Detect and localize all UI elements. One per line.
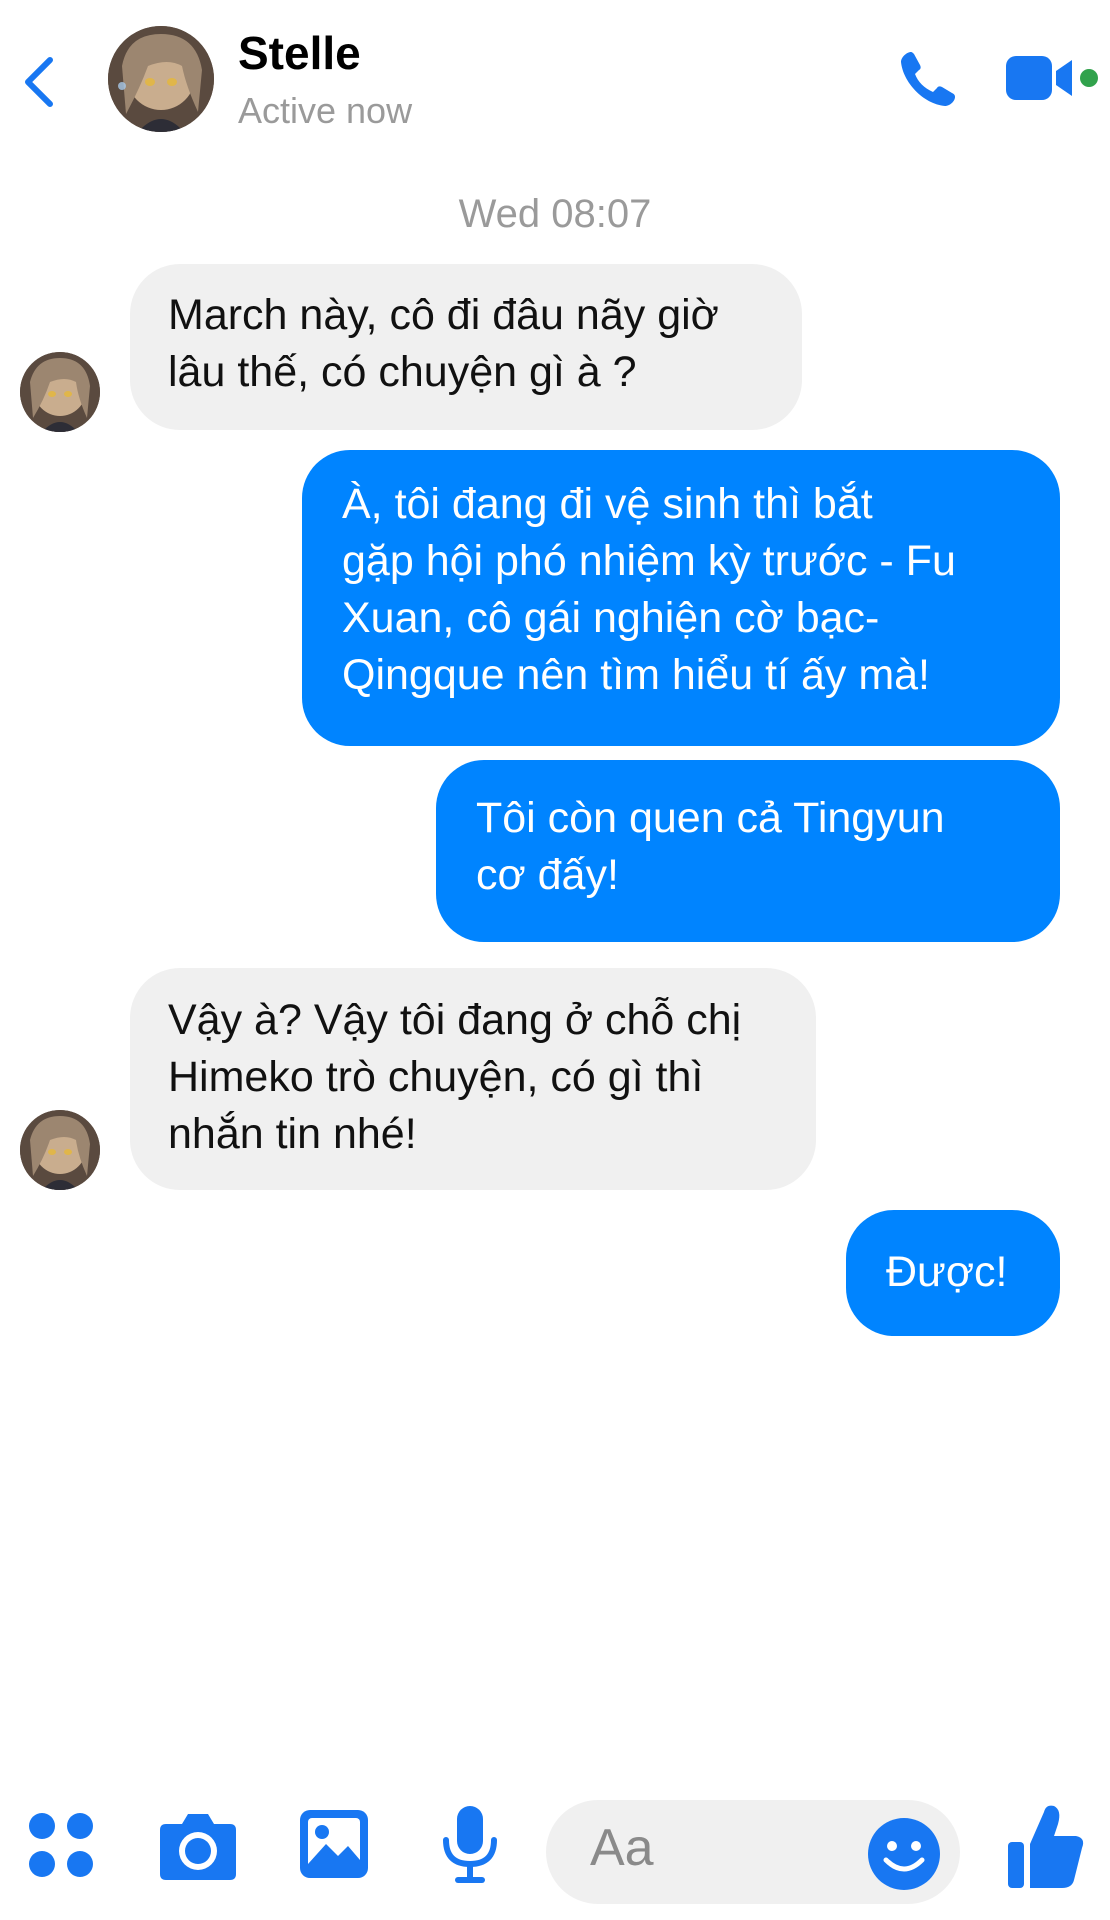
back-button[interactable] xyxy=(18,52,62,112)
message-timestamp: Wed 08:07 xyxy=(458,192,652,236)
camera-icon[interactable] xyxy=(158,1808,238,1887)
message-line: Được! xyxy=(886,1248,1008,1296)
contact-avatar[interactable] xyxy=(108,26,214,132)
thumbs-up-icon[interactable] xyxy=(1006,1802,1086,1895)
message-line: cơ đấy! xyxy=(476,851,619,899)
active-status: Active now xyxy=(238,90,413,131)
chat-header: Stelle Active now xyxy=(0,0,1110,160)
contact-avatar-small[interactable] xyxy=(20,352,100,432)
message-line: À, tôi đang đi vệ sinh thì bắt xyxy=(342,480,873,528)
message-line: lâu thế, có chuyện gì à ? xyxy=(168,348,637,396)
online-indicator xyxy=(1080,69,1098,87)
video-call-button[interactable] xyxy=(1006,52,1082,104)
emoji-icon[interactable] xyxy=(866,1816,942,1897)
message-input-placeholder[interactable]: Aa xyxy=(590,1818,654,1878)
message-line: March này, cô đi đâu nãy giờ xyxy=(168,291,719,339)
apps-icon[interactable] xyxy=(28,1812,98,1887)
voice-call-button[interactable] xyxy=(897,48,959,110)
outgoing-message[interactable]: À, tôi đang đi vệ sinh thì bắt gặp hội p… xyxy=(302,450,1060,746)
outgoing-message[interactable]: Được! xyxy=(846,1210,1060,1336)
incoming-message[interactable]: March này, cô đi đâu nãy giờ lâu thế, có… xyxy=(130,264,802,430)
microphone-icon[interactable] xyxy=(440,1804,500,1889)
chevron-left-icon xyxy=(25,57,53,107)
incoming-message[interactable]: Vậy à? Vậy tôi đang ở chỗ chị Himeko trò… xyxy=(130,968,816,1190)
message-line: Himeko trò chuyện, có gì thì xyxy=(168,1053,704,1101)
message-line: Tôi còn quen cả Tingyun xyxy=(476,794,945,842)
gallery-icon[interactable] xyxy=(298,1808,370,1885)
message-line: gặp hội phó nhiệm kỳ trước - Fu xyxy=(342,537,956,585)
contact-name[interactable]: Stelle xyxy=(238,26,361,80)
outgoing-message[interactable]: Tôi còn quen cả Tingyun cơ đấy! xyxy=(436,760,1060,942)
message-line: Xuan, cô gái nghiện cờ bạc- xyxy=(342,594,880,642)
message-line: nhắn tin nhé! xyxy=(168,1110,417,1158)
contact-avatar-small[interactable] xyxy=(20,1110,100,1190)
message-line: Qingque nên tìm hiểu tí ấy mà! xyxy=(342,651,930,699)
message-line: Vậy à? Vậy tôi đang ở chỗ chị xyxy=(168,996,742,1044)
video-camera-icon xyxy=(1006,56,1072,100)
phone-icon xyxy=(901,52,955,106)
